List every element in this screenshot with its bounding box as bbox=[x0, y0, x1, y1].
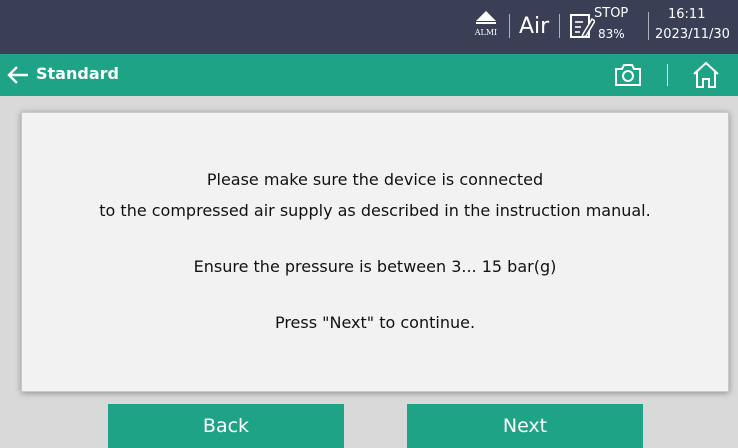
medium-label: Air bbox=[519, 14, 550, 39]
status-bar: ALMI Air STOP 83% 16:11 2023/11/30 bbox=[0, 0, 738, 54]
clock-date: 2023/11/30 bbox=[655, 27, 730, 42]
instruction-dialog: Please make sure the device is connected… bbox=[21, 112, 729, 392]
back-arrow-icon[interactable] bbox=[6, 64, 30, 86]
page-title: Standard bbox=[36, 64, 119, 83]
next-button[interactable]: Next bbox=[407, 404, 643, 448]
clock-time: 16:11 bbox=[668, 7, 706, 22]
instruction-line-1: Please make sure the device is connected bbox=[206, 170, 544, 189]
battery-percent: 83% bbox=[598, 27, 625, 41]
instruction-line-2: to the compressed air supply as describe… bbox=[99, 201, 651, 220]
status-divider bbox=[648, 12, 649, 40]
alarm-label: ALMI bbox=[474, 28, 498, 37]
alarm-indicator: ALMI bbox=[473, 6, 499, 46]
home-icon[interactable] bbox=[690, 59, 722, 91]
pressure-requirement: Ensure the pressure is between 3... 15 b… bbox=[193, 257, 557, 276]
status-divider bbox=[509, 14, 510, 38]
continue-hint: Press "Next" to continue. bbox=[274, 313, 476, 332]
clipboard-edit-icon bbox=[570, 14, 595, 39]
title-bar: Standard bbox=[0, 54, 738, 96]
status-divider bbox=[559, 14, 560, 38]
back-button[interactable]: Back bbox=[108, 404, 344, 448]
device-state-label: STOP bbox=[594, 6, 629, 21]
title-divider bbox=[667, 64, 668, 86]
alarm-triangle-icon bbox=[476, 11, 496, 21]
camera-icon[interactable] bbox=[613, 62, 643, 88]
